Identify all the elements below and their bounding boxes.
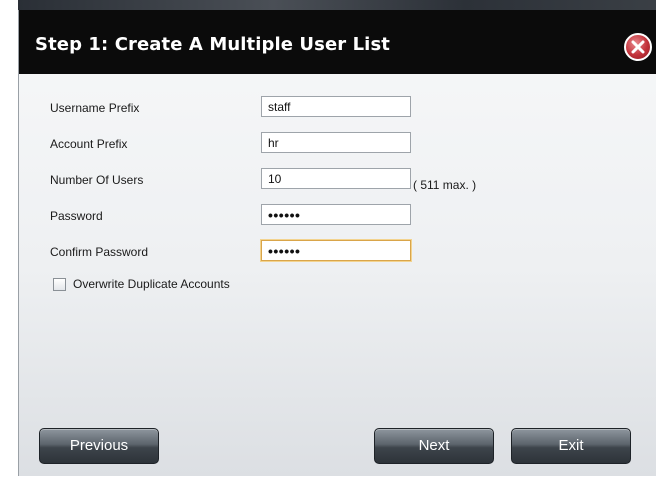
close-icon: [631, 40, 645, 54]
username-prefix-input[interactable]: [261, 96, 411, 117]
account-prefix-label: Account Prefix: [50, 137, 128, 151]
exit-button[interactable]: Exit: [511, 428, 631, 464]
account-prefix-input[interactable]: [261, 132, 411, 153]
next-button[interactable]: Next: [374, 428, 494, 464]
password-label: Password: [50, 209, 103, 223]
password-input[interactable]: [261, 204, 411, 225]
close-button[interactable]: [624, 33, 652, 61]
overwrite-duplicates-checkbox[interactable]: [53, 278, 66, 291]
previous-button[interactable]: Previous: [39, 428, 159, 464]
dialog-title: Step 1: Create A Multiple User List: [35, 34, 390, 55]
number-of-users-label: Number Of Users: [50, 173, 144, 187]
max-users-hint: ( 511 max. ): [413, 178, 477, 192]
username-prefix-label: Username Prefix: [50, 101, 140, 115]
create-user-list-dialog: Step 1: Create A Multiple User List User…: [18, 10, 656, 476]
number-of-users-input[interactable]: [261, 168, 411, 189]
overwrite-duplicates-label: Overwrite Duplicate Accounts: [73, 277, 230, 291]
dialog-titlebar: Step 1: Create A Multiple User List: [19, 10, 656, 74]
confirm-password-input[interactable]: [261, 240, 411, 261]
confirm-password-label: Confirm Password: [50, 245, 149, 259]
